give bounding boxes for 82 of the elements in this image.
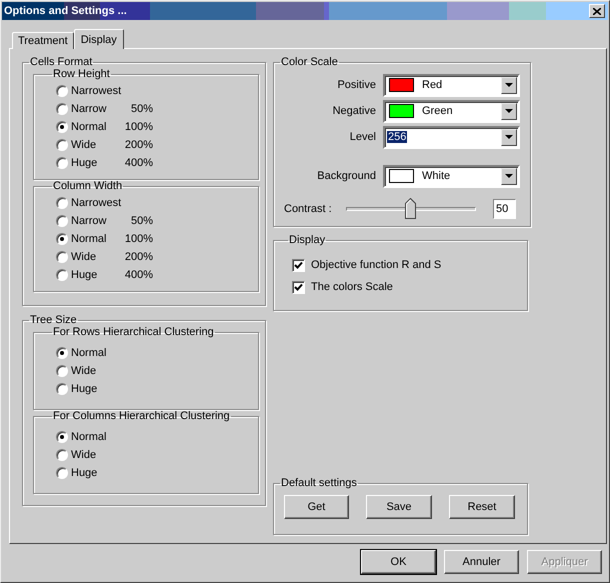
checkbox[interactable] (292, 258, 305, 272)
dropdown[interactable]: Green (383, 100, 520, 122)
radio-button[interactable] (56, 233, 68, 245)
radio-button[interactable] (56, 215, 68, 227)
radio-label[interactable]: Huge (71, 467, 119, 479)
field-label: Positive (336, 79, 377, 91)
dropdown-button[interactable] (501, 168, 517, 184)
caret-icon (505, 83, 513, 87)
radio-label[interactable]: Narrow (71, 103, 119, 115)
group-title: Column Width (52, 180, 124, 192)
group-title: Row Height (52, 68, 111, 80)
percent-label: 400% (124, 269, 153, 281)
radio-button[interactable] (56, 197, 68, 209)
group-title: For Rows Hierarchical Clustering (52, 326, 215, 338)
radio-label[interactable]: Huge (71, 383, 119, 395)
percent-label: 50% (130, 103, 153, 115)
radio-label[interactable]: Wide (71, 251, 119, 263)
group-title: Display (288, 234, 326, 246)
tab[interactable]: Display (74, 29, 124, 49)
percent-label: 400% (124, 157, 153, 169)
button[interactable]: Annuler (444, 550, 519, 574)
percent-label: 100% (124, 233, 153, 245)
caret-icon (505, 109, 513, 113)
radio-label[interactable]: Wide (71, 139, 119, 151)
group-title: Default settings (280, 477, 358, 489)
group-title: Tree Size (29, 314, 78, 326)
checkbox-label[interactable]: The colors Scale (311, 281, 393, 293)
radio-button[interactable] (56, 103, 68, 115)
group-title: For Columns Hierarchical Clustering (52, 410, 231, 422)
radio-label[interactable]: Narrow (71, 215, 119, 227)
group-title: Color Scale (280, 56, 339, 68)
group-title: Cells Format (29, 56, 94, 68)
percent-label: 200% (124, 139, 153, 151)
radio-button[interactable] (56, 365, 68, 377)
checkbox-label[interactable]: Objective function R and S (311, 259, 442, 271)
radio-label[interactable]: Normal (71, 233, 119, 245)
button[interactable]: OK (361, 550, 436, 574)
slider-label: Contrast : (284, 203, 333, 215)
radio-button[interactable] (56, 383, 68, 395)
radio-label[interactable]: Huge (71, 269, 119, 281)
dropdown-button[interactable] (501, 76, 517, 94)
radio-button[interactable] (56, 139, 68, 151)
radio-button[interactable] (56, 431, 68, 443)
radio-button[interactable] (56, 269, 68, 281)
field-label: Negative (332, 105, 377, 117)
checkbox[interactable] (292, 280, 305, 294)
close-icon (593, 8, 601, 14)
slider-thumb[interactable] (405, 198, 416, 219)
number-field[interactable]: 50 (493, 199, 516, 219)
caret-icon (505, 174, 513, 178)
percent-label: 50% (130, 215, 153, 227)
dropdown[interactable]: Red (383, 74, 520, 96)
dropdown-button[interactable] (501, 102, 517, 120)
dropdown-button[interactable] (501, 128, 517, 146)
field-label: Level (348, 131, 377, 143)
field-label: Background (316, 170, 377, 182)
window-title: Options and Settings ... (4, 5, 127, 17)
button[interactable]: Save (366, 495, 432, 519)
close-button[interactable] (589, 4, 605, 18)
radio-label[interactable]: Huge (71, 157, 119, 169)
radio-button[interactable] (56, 85, 68, 97)
radio-label[interactable]: Wide (71, 365, 119, 377)
radio-button[interactable] (56, 251, 68, 263)
dropdown[interactable]: White (383, 164, 520, 188)
radio-label[interactable]: Normal (71, 121, 119, 133)
radio-label[interactable]: Wide (71, 449, 119, 461)
radio-button[interactable] (56, 121, 68, 133)
tab[interactable]: Treatment (12, 32, 74, 49)
caret-icon (505, 135, 513, 139)
percent-label: 200% (124, 251, 153, 263)
radio-button[interactable] (56, 157, 68, 169)
radio-label[interactable]: Normal (71, 431, 119, 443)
radio-button[interactable] (56, 467, 68, 479)
radio-button[interactable] (56, 347, 68, 359)
percent-label: 100% (124, 121, 153, 133)
radio-label[interactable]: Normal (71, 347, 119, 359)
radio-label[interactable]: Narrowest (71, 85, 119, 97)
button[interactable]: Reset (449, 495, 515, 519)
dropdown[interactable]: 256 (383, 126, 520, 148)
radio-button[interactable] (56, 449, 68, 461)
radio-label[interactable]: Narrowest (71, 197, 119, 209)
button[interactable]: Get (284, 495, 349, 519)
